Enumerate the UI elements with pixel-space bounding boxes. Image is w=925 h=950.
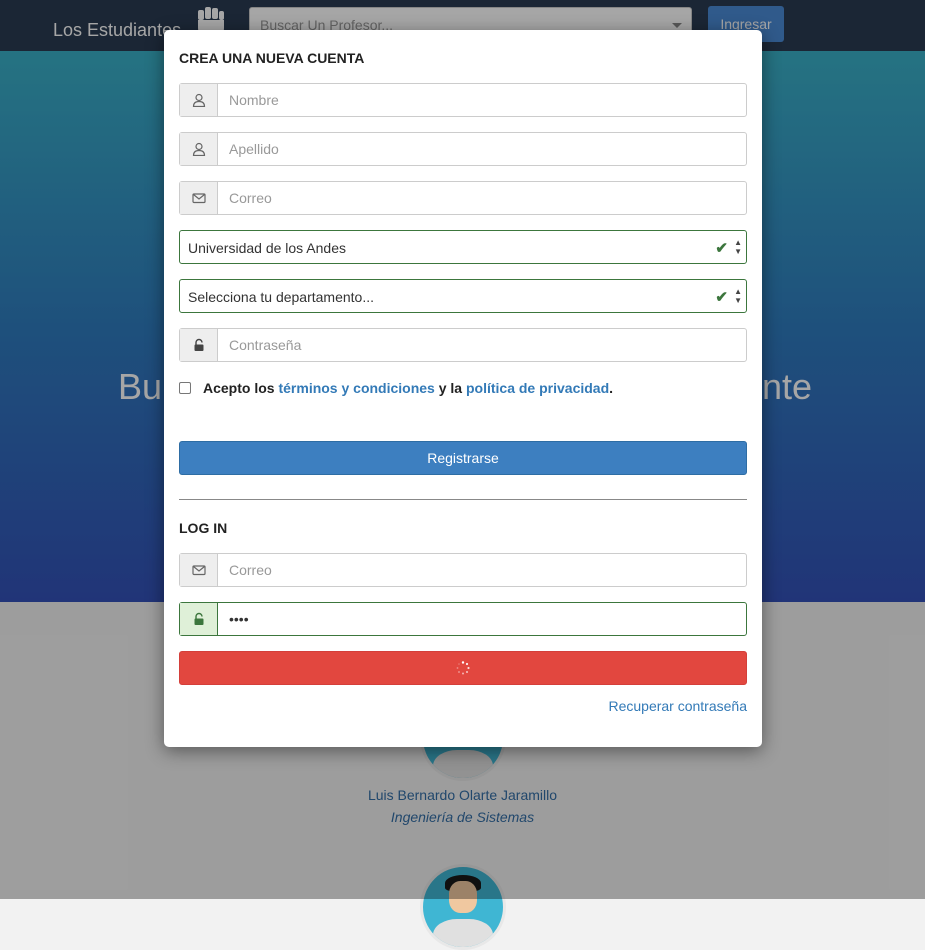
register-password-field <box>179 328 747 362</box>
register-title: CREA UNA NUEVA CUENTA <box>179 50 365 66</box>
envelope-icon <box>180 554 218 586</box>
loading-spinner-icon <box>456 661 470 675</box>
lock-icon <box>180 329 218 361</box>
divider <box>179 499 747 500</box>
envelope-icon <box>180 182 218 214</box>
register-button[interactable]: Registrarse <box>179 441 747 475</box>
first-name-field <box>179 83 747 117</box>
terms-middle: y la <box>438 380 463 396</box>
department-value: Selecciona tu departamento... <box>188 289 375 305</box>
lock-icon <box>180 603 218 635</box>
login-submit-button[interactable] <box>179 651 747 685</box>
last-name-input[interactable] <box>218 133 746 165</box>
select-arrows-icon: ▲ ▼ <box>734 238 742 256</box>
register-email-field <box>179 181 747 215</box>
last-name-field <box>179 132 747 166</box>
department-select[interactable]: Selecciona tu departamento... ✔ ▲ ▼ <box>179 279 747 313</box>
checkmark-icon: ✔ <box>715 240 728 257</box>
register-password-input[interactable] <box>218 329 746 361</box>
terms-row: Acepto los términos y condiciones y la p… <box>179 380 613 396</box>
first-name-input[interactable] <box>218 84 746 116</box>
user-icon <box>180 84 218 116</box>
university-select[interactable]: Universidad de los Andes ✔ ▲ ▼ <box>179 230 747 264</box>
select-arrows-icon: ▲ ▼ <box>734 287 742 305</box>
register-email-input[interactable] <box>218 182 746 214</box>
login-password-field <box>179 602 747 636</box>
university-value: Universidad de los Andes <box>188 240 346 256</box>
terms-prefix: Acepto los <box>203 380 275 396</box>
privacy-link[interactable]: política de privacidad <box>466 380 609 396</box>
login-email-field <box>179 553 747 587</box>
checkmark-icon: ✔ <box>715 289 728 306</box>
terms-link[interactable]: términos y condiciones <box>278 380 434 396</box>
login-email-input[interactable] <box>218 554 746 586</box>
user-icon <box>180 133 218 165</box>
recover-password-link[interactable]: Recuperar contraseña <box>608 698 747 714</box>
terms-checkbox[interactable] <box>179 382 191 394</box>
login-password-input[interactable] <box>218 603 746 635</box>
terms-suffix: . <box>609 380 614 396</box>
auth-modal: CREA UNA NUEVA CUENTA Universidad de los… <box>164 30 762 747</box>
login-title: LOG IN <box>179 520 228 536</box>
